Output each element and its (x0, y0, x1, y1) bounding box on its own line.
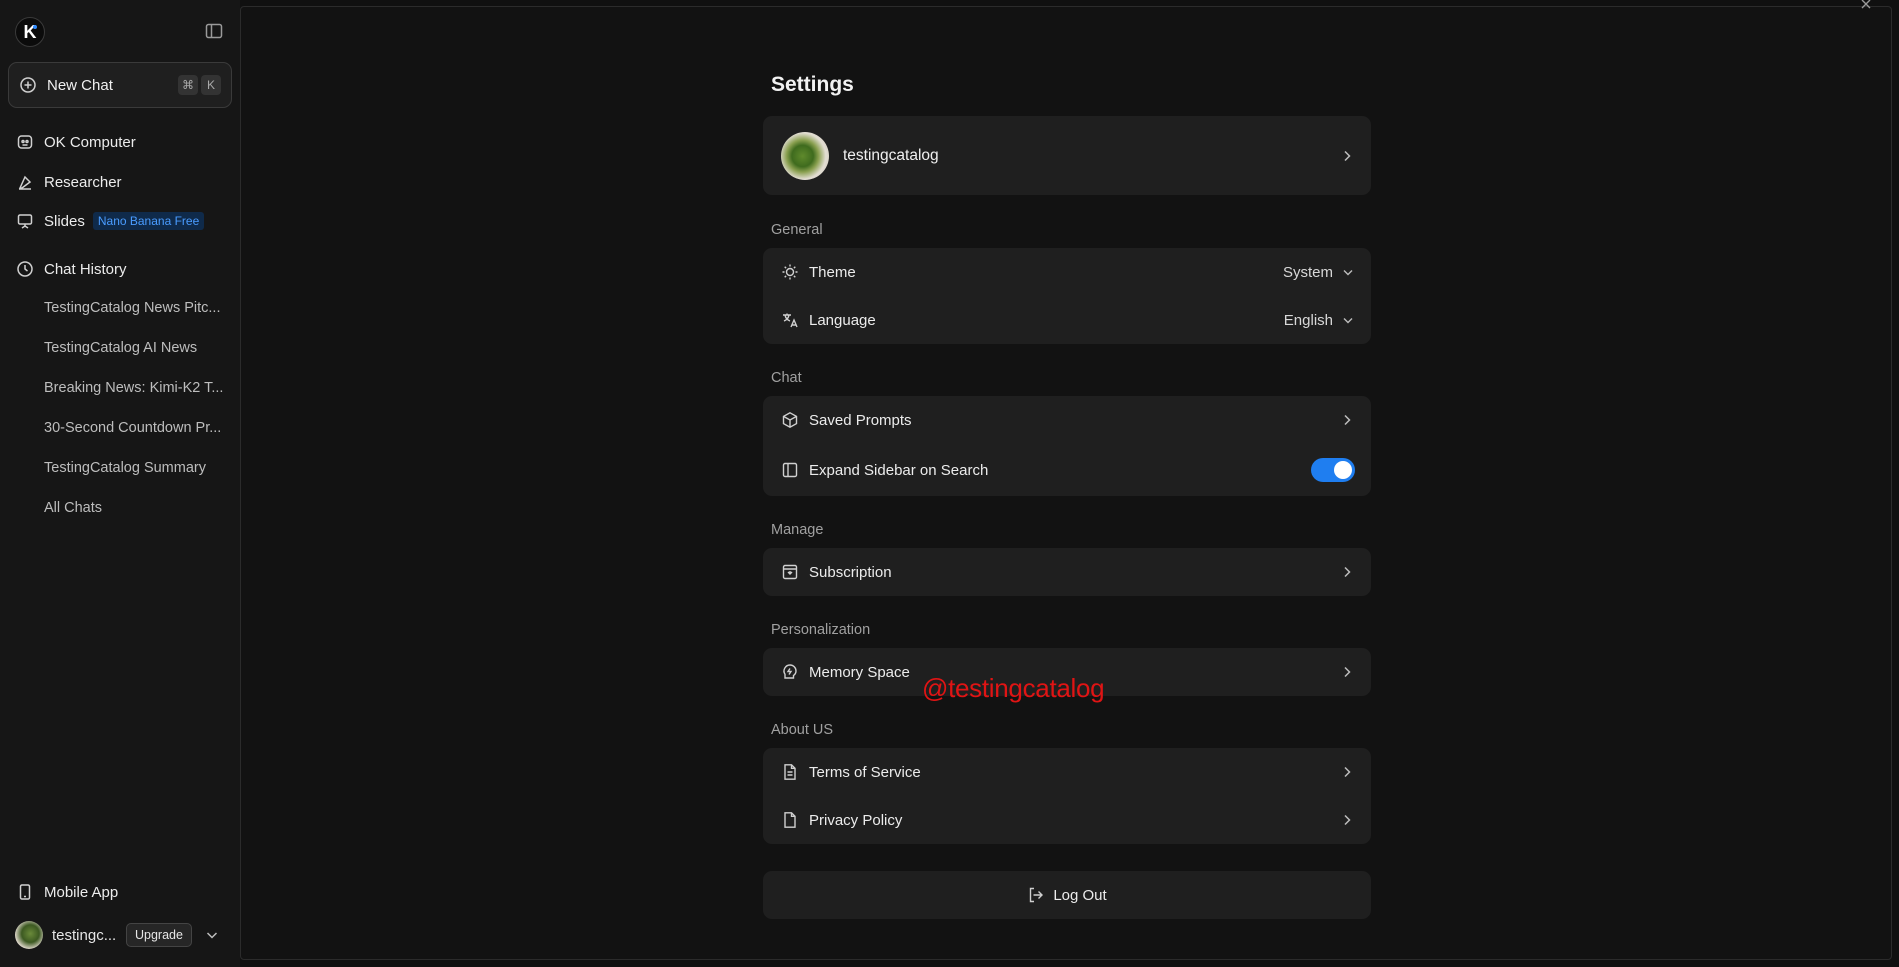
chat-history-header[interactable]: Chat History (16, 257, 127, 281)
robot-icon (16, 133, 34, 151)
user-name: testingc... (52, 926, 117, 944)
chevron-right-icon (1339, 412, 1355, 428)
promo-badge: Nano Banana Free (92, 212, 205, 230)
subscription-row[interactable]: Subscription (763, 548, 1371, 596)
language-row[interactable]: Language English (763, 296, 1371, 344)
nav-label: OK Computer (44, 133, 136, 151)
all-chats-link[interactable]: All Chats (44, 500, 230, 516)
kbd-k: K (201, 75, 221, 95)
sidebar: K New Chat ⌘ K OK Computer Researcher Sl… (0, 0, 240, 967)
toggle-knob (1334, 461, 1352, 479)
mobile-app-link[interactable]: Mobile App (16, 880, 118, 904)
section-general: General (771, 222, 823, 238)
profile-card[interactable]: testingcatalog (763, 116, 1371, 195)
language-label: Language (809, 311, 876, 329)
plus-circle-icon (19, 76, 37, 94)
expand-sidebar-label: Expand Sidebar on Search (809, 461, 989, 479)
section-personalization: Personalization (771, 622, 871, 638)
brain-icon (781, 663, 799, 681)
profile-row[interactable]: testingcatalog (763, 116, 1371, 195)
sidebar-toggle-icon[interactable] (204, 21, 224, 41)
terms-label: Terms of Service (809, 763, 921, 781)
chevron-right-icon (1339, 812, 1355, 828)
presentation-icon (16, 212, 34, 230)
section-about: About US (771, 722, 834, 738)
nav-label: Slides (44, 212, 85, 230)
translate-icon (781, 311, 799, 329)
logout-button[interactable]: Log Out (763, 871, 1371, 919)
chevron-right-icon (1339, 564, 1355, 580)
mobile-app-label: Mobile App (44, 883, 119, 901)
expand-sidebar-row: Expand Sidebar on Search (763, 446, 1371, 494)
phone-icon (16, 883, 34, 901)
nav-slides[interactable]: Slides Nano Banana Free (16, 209, 205, 233)
privacy-label: Privacy Policy (809, 811, 903, 829)
about-card: Terms of Service Privacy Policy (763, 748, 1371, 844)
receipt-icon (781, 563, 799, 581)
section-manage: Manage (771, 522, 824, 538)
section-chat: Chat (771, 370, 802, 386)
page-title: Settings (771, 73, 854, 96)
close-icon[interactable] (1860, 0, 1874, 10)
chat-card: Saved Prompts Expand Sidebar on Search (763, 396, 1371, 496)
theme-label: Theme (809, 263, 856, 281)
new-chat-label: New Chat (47, 76, 113, 94)
avatar (15, 921, 43, 949)
nav-researcher[interactable]: Researcher (16, 170, 122, 194)
theme-row[interactable]: Theme System (763, 248, 1371, 296)
history-item[interactable]: 30-Second Countdown Pr... (44, 420, 230, 436)
chevron-down-icon[interactable] (1341, 265, 1355, 279)
sidebar-panel-icon (781, 461, 799, 479)
general-card: Theme System Language English (763, 248, 1371, 344)
app-logo[interactable]: K (15, 17, 45, 47)
subscription-label: Subscription (809, 563, 892, 581)
shortcut-hint: ⌘ K (178, 75, 221, 95)
history-item[interactable]: Breaking News: Kimi-K2 T... (44, 380, 230, 396)
kbd-command: ⌘ (178, 75, 198, 95)
clock-icon (16, 260, 34, 278)
flask-icon (16, 173, 34, 191)
sun-icon (781, 263, 799, 281)
theme-select-value[interactable]: System (1283, 264, 1333, 281)
profile-name: testingcatalog (843, 146, 939, 164)
history-item[interactable]: TestingCatalog News Pitc... (44, 300, 230, 316)
expand-sidebar-toggle[interactable] (1311, 458, 1355, 482)
watermark-text: @testingcatalog (922, 673, 1105, 703)
avatar (781, 131, 829, 180)
document-icon (781, 763, 799, 781)
cube-icon (781, 411, 799, 429)
chevron-right-icon (1339, 664, 1355, 680)
user-menu[interactable]: testingc... Upgrade (15, 920, 220, 950)
manage-card: Subscription (763, 548, 1371, 596)
logout-label: Log Out (1053, 886, 1107, 904)
memory-space-label: Memory Space (809, 663, 910, 681)
saved-prompts-row[interactable]: Saved Prompts (763, 396, 1371, 444)
file-icon (781, 811, 799, 829)
chevron-right-icon (1339, 148, 1355, 164)
terms-row[interactable]: Terms of Service (763, 748, 1371, 796)
chat-history-label: Chat History (44, 260, 127, 278)
logo-dot (33, 25, 37, 29)
language-select-value[interactable]: English (1284, 312, 1333, 329)
new-chat-button[interactable]: New Chat ⌘ K (8, 62, 232, 108)
history-item[interactable]: TestingCatalog AI News (44, 340, 230, 356)
nav-ok-computer[interactable]: OK Computer (16, 130, 136, 154)
history-item[interactable]: TestingCatalog Summary (44, 460, 230, 476)
nav-label: Researcher (44, 173, 122, 191)
upgrade-button[interactable]: Upgrade (126, 923, 192, 947)
privacy-row[interactable]: Privacy Policy (763, 796, 1371, 844)
saved-prompts-label: Saved Prompts (809, 411, 912, 429)
chevron-down-icon[interactable] (204, 927, 220, 943)
chevron-down-icon[interactable] (1341, 313, 1355, 327)
chevron-right-icon (1339, 764, 1355, 780)
logout-icon (1027, 886, 1045, 904)
